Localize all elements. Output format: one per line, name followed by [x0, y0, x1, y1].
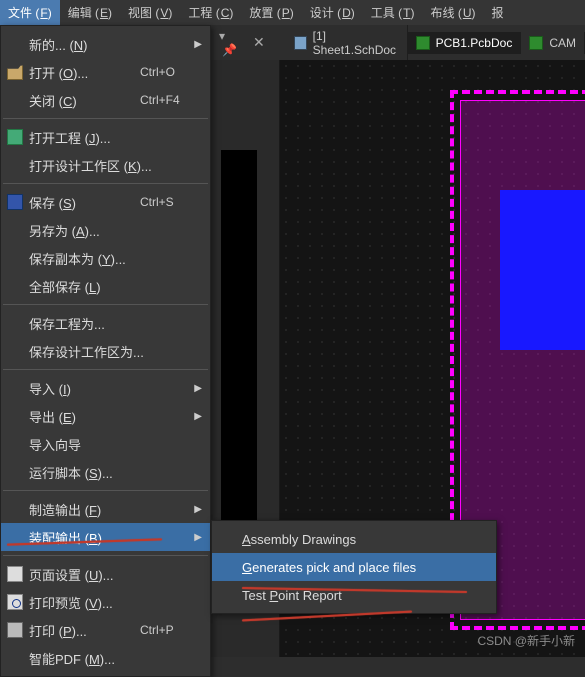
component-silk: [500, 190, 585, 350]
menu-report[interactable]: 报: [484, 0, 512, 25]
submenu-pick-and-place[interactable]: Generates pick and place files: [212, 553, 496, 581]
menu-page-setup[interactable]: 页面设置 (U)...: [1, 560, 210, 588]
menu-run-script[interactable]: 运行脚本 (S)...: [1, 458, 210, 486]
menu-save-copy-as[interactable]: 保存副本为 (Y)...: [1, 244, 210, 272]
menu-open[interactable]: 打开 (O)...Ctrl+O: [1, 58, 210, 86]
menu-design[interactable]: 设计 (D): [302, 0, 363, 25]
menu-print-preview[interactable]: 打印预览 (V)...: [1, 588, 210, 616]
tab-cam[interactable]: CAM: [521, 32, 585, 54]
menu-edit[interactable]: 编辑 (E): [60, 0, 120, 25]
menu-import[interactable]: 导入 (I)▶: [1, 374, 210, 402]
menu-place[interactable]: 放置 (P): [241, 0, 301, 25]
page-icon: [7, 566, 23, 582]
cam-icon: [529, 36, 543, 50]
menu-tools[interactable]: 工具 (T): [363, 0, 423, 25]
menu-save-as[interactable]: 另存为 (A)...: [1, 216, 210, 244]
menu-view[interactable]: 视图 (V): [120, 0, 180, 25]
menu-save[interactable]: 保存 (S)Ctrl+S: [1, 188, 210, 216]
menu-assembly-outputs[interactable]: 装配输出 (B)▶: [1, 523, 210, 551]
submenu-arrow-icon: ▶: [194, 504, 202, 515]
close-panel-icon[interactable]: ✕: [247, 34, 271, 51]
printer-icon: [7, 622, 23, 638]
submenu-test-point-report[interactable]: Test Point Report: [212, 581, 496, 609]
submenu-assembly-drawings[interactable]: Assembly Drawings: [212, 525, 496, 553]
print-preview-icon: [7, 594, 23, 610]
menu-open-project[interactable]: 打开工程 (J)...: [1, 123, 210, 151]
menu-smart-pdf[interactable]: 智能PDF (M)...: [1, 644, 210, 672]
menu-open-workspace[interactable]: 打开设计工作区 (K)...: [1, 151, 210, 179]
menu-fabrication-outputs[interactable]: 制造输出 (F)▶: [1, 495, 210, 523]
menubar: 文件 (F) 编辑 (E) 视图 (V) 工程 (C) 放置 (P) 设计 (D…: [0, 0, 585, 25]
panel-scrollbar[interactable]: [221, 150, 257, 550]
watermark: CSDN @新手小新: [477, 632, 575, 649]
tab-schdoc[interactable]: [1] Sheet1.SchDoc: [286, 25, 407, 61]
schdoc-icon: [294, 36, 306, 50]
menu-import-wizard[interactable]: 导入向导: [1, 430, 210, 458]
project-icon: [7, 129, 23, 145]
submenu-arrow-icon: ▶: [194, 383, 202, 394]
submenu-arrow-icon: ▶: [194, 39, 202, 50]
menu-new[interactable]: 新的... (N)▶: [1, 30, 210, 58]
menu-save-project-as[interactable]: 保存工程为...: [1, 309, 210, 337]
assembly-outputs-submenu: Assembly Drawings Generates pick and pla…: [211, 520, 497, 614]
save-icon: [7, 194, 23, 210]
submenu-arrow-icon: ▶: [194, 532, 202, 543]
pin-icon[interactable]: ▾ 📌: [215, 29, 247, 57]
menu-save-workspace-as[interactable]: 保存设计工作区为...: [1, 337, 210, 365]
file-menu: 新的... (N)▶ 打开 (O)...Ctrl+O 关闭 (C)Ctrl+F4…: [0, 25, 211, 677]
menu-route[interactable]: 布线 (U): [422, 0, 483, 25]
menu-export[interactable]: 导出 (E)▶: [1, 402, 210, 430]
pcbdoc-icon: [416, 36, 430, 50]
folder-open-icon: [7, 64, 23, 80]
menu-project[interactable]: 工程 (C): [180, 0, 241, 25]
menu-print[interactable]: 打印 (P)...Ctrl+P: [1, 616, 210, 644]
submenu-arrow-icon: ▶: [194, 411, 202, 422]
tab-pcbdoc[interactable]: PCB1.PcbDoc: [408, 32, 522, 54]
menu-file[interactable]: 文件 (F): [0, 0, 60, 25]
menu-save-all[interactable]: 全部保存 (L): [1, 272, 210, 300]
menu-close[interactable]: 关闭 (C)Ctrl+F4: [1, 86, 210, 114]
